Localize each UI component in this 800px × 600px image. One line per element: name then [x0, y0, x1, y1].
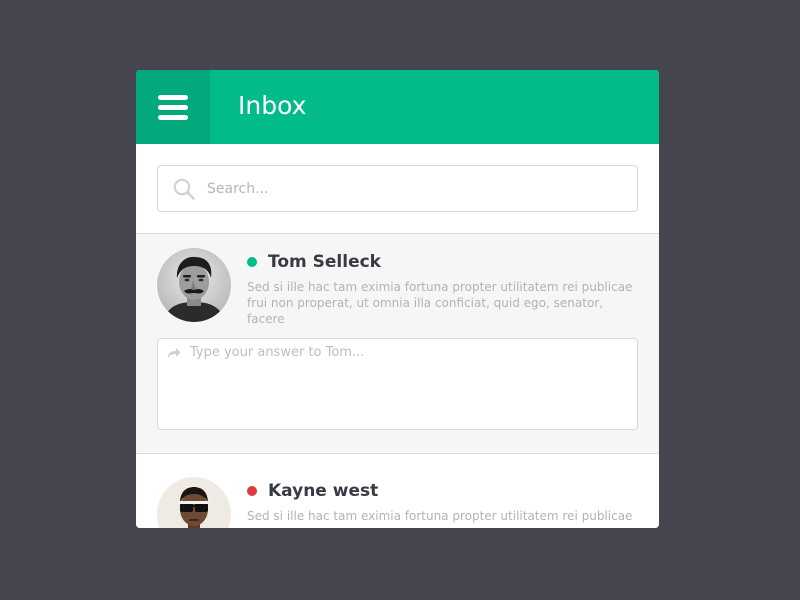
- avatar[interactable]: [157, 248, 231, 322]
- message-preview: Sed si ille hac tam eximia fortuna propt…: [247, 280, 633, 326]
- tom-selleck-portrait: [157, 248, 231, 322]
- inbox-card: Inbox Search... Tom Selleck Sed si ille …: [136, 70, 659, 528]
- message-item-tom-selleck[interactable]: Tom Selleck Sed si ille hac tam eximia f…: [136, 234, 659, 453]
- inbox-header: Inbox: [136, 70, 659, 144]
- menu-button[interactable]: [136, 70, 210, 144]
- sender-name: Kayne west: [268, 481, 379, 501]
- search-box[interactable]: [157, 165, 638, 212]
- online-status-dot: [247, 257, 257, 267]
- reply-arrow-icon: [168, 348, 181, 358]
- page-title: Inbox: [238, 91, 307, 120]
- kayne-west-portrait: [157, 477, 231, 528]
- avatar[interactable]: [157, 477, 231, 528]
- sender-name: Tom Selleck: [268, 252, 381, 272]
- reply-box[interactable]: [157, 338, 638, 430]
- search-input[interactable]: [205, 174, 629, 204]
- message-item-kayne-west[interactable]: Kayne west Sed si ille hac tam eximia fo…: [136, 454, 659, 528]
- search-icon: [173, 178, 195, 200]
- busy-status-dot: [247, 486, 257, 496]
- reply-input[interactable]: [190, 343, 630, 423]
- message-preview: Sed si ille hac tam eximia fortuna propt…: [247, 509, 633, 523]
